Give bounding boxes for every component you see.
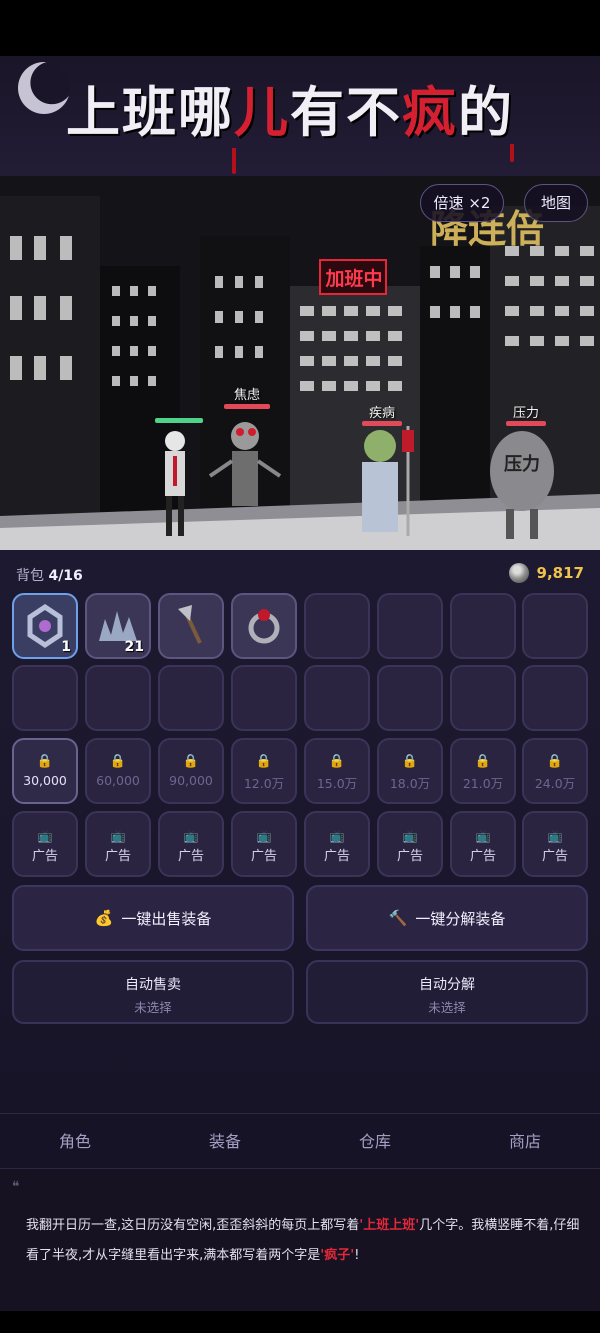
lock-icon: 🔒 [182,754,200,769]
game-header: 上班哪儿有不疯的 [0,56,600,176]
player-hp-bar [155,418,203,423]
tab-equipment[interactable]: 装备 [150,1114,300,1168]
locked-slot[interactable]: 🔒 30,000 [12,738,78,804]
locked-slot[interactable]: 🔒 90,000 [158,738,224,804]
inventory-panel: 背包 4/16 9,817 1 21 🔒 30,000 🔒 60,000 🔒 90,0… [0,550,600,1113]
inventory-slot-empty[interactable] [377,593,443,659]
ad-slot[interactable]: 📺 广告 [522,811,588,877]
enemy-hp-bar [224,404,270,409]
moon-icon [18,62,70,114]
inventory-slot[interactable]: 21 [85,593,151,659]
tab-shop[interactable]: 商店 [450,1114,600,1168]
lock-icon: 🔒 [255,754,273,769]
inventory-slot-empty[interactable] [304,593,370,659]
inventory-slot-empty[interactable] [304,665,370,731]
lock-icon: 🔒 [546,754,564,769]
ad-slot[interactable]: 📺 广告 [377,811,443,877]
inventory-slot[interactable]: 1 [12,593,78,659]
axe-icon [178,605,202,644]
bag-header: 背包 4/16 [16,568,83,584]
inventory-slot-empty[interactable] [158,665,224,731]
ad-slot[interactable]: 📺 广告 [12,811,78,877]
lock-icon: 🔒 [328,754,346,769]
battle-scene: 加班中 降连倍 压力 焦虑 疾病 压力 [0,176,600,550]
status-bar-area [0,0,600,56]
lock-icon: 🔒 [401,754,419,769]
tv-icon: 📺 [256,829,272,843]
tv-icon: 📺 [402,829,418,843]
lock-icon: 🔒 [109,754,127,769]
blood-drip [232,148,236,174]
inventory-slot-empty[interactable] [12,665,78,731]
stone-label: 压力 [504,454,540,475]
inventory-slot[interactable] [231,593,297,659]
auto-sell-button[interactable]: 自动售卖 未选择 [12,960,294,1024]
tv-icon: 📺 [37,829,53,843]
ad-slot[interactable]: 📺 广告 [85,811,151,877]
ad-slot[interactable]: 📺 广告 [231,811,297,877]
ruby-ring-icon [248,609,280,644]
locked-slot[interactable]: 🔒 24.0万 [522,738,588,804]
nav-bar-area [0,1311,600,1333]
ad-slot[interactable]: 📺 广告 [450,811,516,877]
lock-icon: 🔒 [474,754,492,769]
inventory-slot-empty[interactable] [522,665,588,731]
speed-button[interactable]: 倍速 ×2 [420,184,504,222]
dismantle-all-button[interactable]: 🔨 一键分解装备 [306,885,588,951]
inventory-slot-empty[interactable] [85,665,151,731]
enemy-name: 焦虑 [233,388,260,403]
inventory-slot-empty[interactable] [450,665,516,731]
inventory-slot[interactable] [158,593,224,659]
inventory-slot-empty[interactable] [450,593,516,659]
bottom-tab-bar: 角色 装备 仓库 商店 [0,1113,600,1169]
map-button[interactable]: 地图 [524,184,588,222]
enemy-name: 压力 [512,406,539,421]
tv-icon: 📺 [475,829,491,843]
auto-dismantle-button[interactable]: 自动分解 未选择 [306,960,588,1024]
enemy-name: 疾病 [368,406,395,421]
tv-icon: 📺 [329,829,345,843]
locked-slot[interactable]: 🔒 60,000 [85,738,151,804]
coin-icon [508,563,529,583]
hammer-icon: 🔨 [388,909,408,927]
tv-icon: 📺 [110,829,126,843]
inventory-slot-empty[interactable] [522,593,588,659]
tv-icon: 📺 [183,829,199,843]
ad-slot[interactable]: 📺 广告 [304,811,370,877]
game-title: 上班哪儿有不疯的 [66,80,514,144]
tab-character[interactable]: 角色 [0,1114,150,1168]
tv-icon: 📺 [547,829,563,843]
tab-warehouse[interactable]: 仓库 [300,1114,450,1168]
story-panel: ❝ 我翻开日历一查,这日历没有空闲,歪歪斜斜的每页上都写着'上班上班'几个字。我… [0,1169,600,1311]
inventory-slot-empty[interactable] [377,665,443,731]
lock-icon: 🔒 [36,754,54,769]
story-text: 我翻开日历一查,这日历没有空闲,歪歪斜斜的每页上都写着'上班上班'几个字。我横竖… [26,1218,580,1263]
locked-slot[interactable]: 🔒 15.0万 [304,738,370,804]
neon-sign: 加班中 [325,268,383,290]
locked-slot[interactable]: 🔒 12.0万 [231,738,297,804]
gold-display: 9,817 [508,563,584,583]
quote-icon: ❝ [12,1179,20,1195]
sell-all-button[interactable]: 💰 一键出售装备 [12,885,294,951]
locked-slot[interactable]: 🔒 21.0万 [450,738,516,804]
locked-slot[interactable]: 🔒 18.0万 [377,738,443,804]
ad-slot[interactable]: 📺 广告 [158,811,224,877]
money-bag-icon: 💰 [94,909,114,927]
inventory-slot-empty[interactable] [231,665,297,731]
blood-drip [510,144,514,162]
enemy-hp-bar [506,421,546,426]
enemy-hp-bar [362,421,402,426]
